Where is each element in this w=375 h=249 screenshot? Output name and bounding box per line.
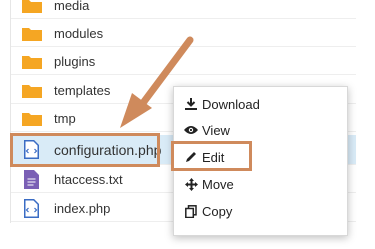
menu-item-move[interactable]: Move [184,173,234,195]
menu-item-label: Copy [202,203,233,219]
folder-icon [22,0,42,13]
file-row-modules[interactable]: modules [11,20,356,47]
file-name: configuration.php [54,141,162,158]
menu-item-label: Edit [202,149,225,165]
file-name: plugins [54,53,96,69]
folder-icon [22,27,42,41]
folder-icon [22,84,42,98]
menu-item-label: View [202,122,230,138]
menu-item-view[interactable]: View [184,119,230,141]
pencil-icon [184,150,198,164]
folder-icon [22,55,42,69]
folder-icon [22,112,42,126]
menu-item-edit[interactable]: Edit [184,146,224,168]
file-name: index.php [54,200,111,216]
file-name: tmp [54,110,76,126]
php-file-icon [24,198,39,218]
copy-icon [184,204,198,218]
menu-item-download[interactable]: Download [184,93,260,115]
file-row-media[interactable]: media [11,0,356,19]
file-name: modules [54,25,104,41]
move-icon [184,177,198,191]
file-name: media [54,0,90,13]
file-name: templates [54,82,111,98]
menu-item-copy[interactable]: Copy [184,200,232,222]
file-row-plugins[interactable]: plugins [11,48,356,75]
menu-item-label: Download [202,96,260,112]
menu-item-label: Move [202,176,234,192]
eye-icon [184,123,198,137]
php-file-icon [24,140,39,159]
file-name: htaccess.txt [54,171,123,187]
context-menu: Download View Edit Move Copy [173,86,348,236]
download-icon [184,97,198,111]
text-file-icon [24,169,39,189]
